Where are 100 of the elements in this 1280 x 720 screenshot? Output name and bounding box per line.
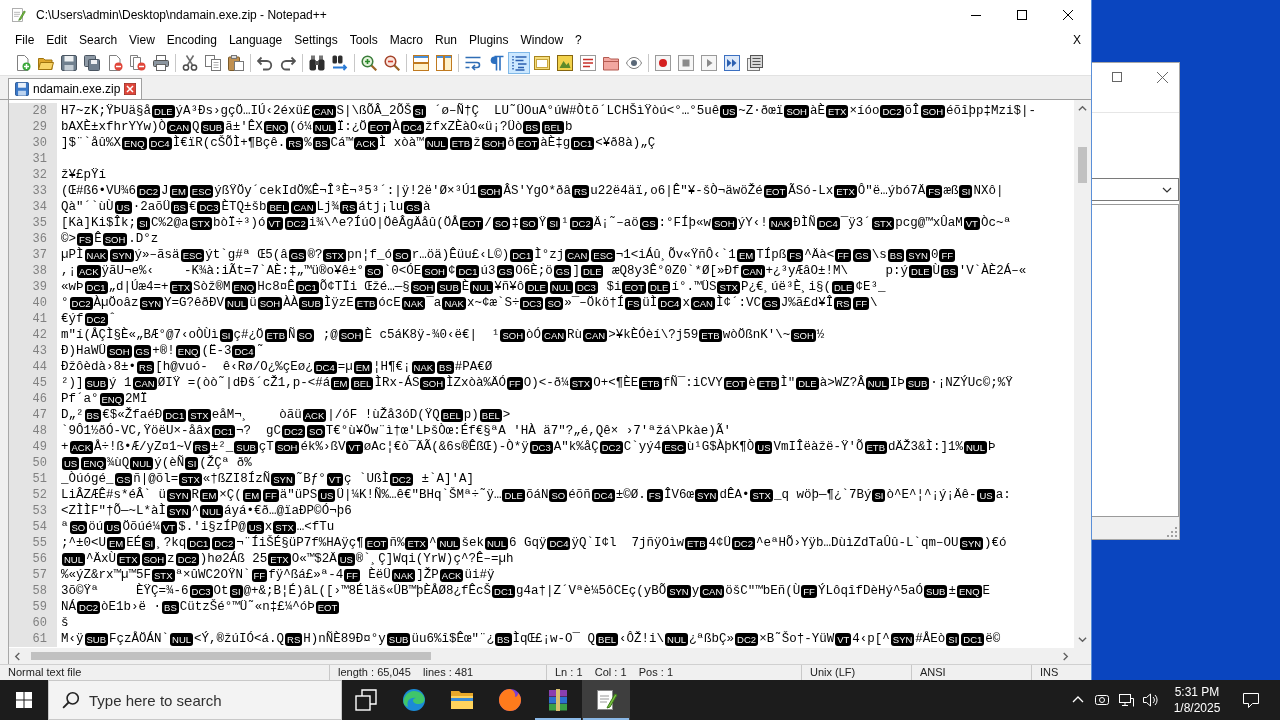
file-tab[interactable]: ndamain.exe.zip [8, 78, 143, 99]
code-text: ý 1 [109, 375, 132, 391]
record-icon [655, 54, 671, 71]
code-text: ÀÀ [283, 295, 299, 311]
code-text: C%2@a [151, 215, 189, 231]
control-char-badge: SUB [386, 632, 411, 646]
code-text: õÎ [904, 103, 920, 119]
resize-grip-icon[interactable] [1167, 527, 1177, 537]
menu-item[interactable]: Edit [40, 30, 74, 50]
dropdown-field[interactable] [1092, 178, 1179, 201]
scrollbar-thumb[interactable] [1078, 147, 1087, 183]
control-char-badge: STX [188, 408, 211, 422]
line-number: 28 [9, 103, 57, 119]
chevron-left-icon[interactable] [13, 652, 22, 661]
list-icon [580, 54, 596, 71]
code-text: 'V`ÀÈ2Á–« [958, 263, 1027, 279]
menu-item[interactable]: Window [514, 30, 570, 50]
control-char-badge: US [755, 440, 773, 454]
close-icon[interactable] [1157, 71, 1168, 83]
code-text: ØIŸ =(òò˜|dÐš´cŽ1,p-<#á [157, 375, 331, 391]
indent-guide-button[interactable] [508, 51, 530, 74]
control-char-badge: FS [787, 248, 804, 262]
code-text: \ [870, 295, 878, 311]
code-text: öšC"™bEñ(Ù [725, 583, 801, 599]
code-text: Ð)HaWÜ [61, 343, 106, 359]
code-text: :°FÍþ«w [658, 215, 712, 231]
control-char-badge: RS [192, 440, 210, 454]
menu-item[interactable]: Settings [288, 30, 344, 50]
control-char-badge: DC3 [197, 200, 221, 214]
search-icon [62, 691, 80, 709]
menu-item[interactable]: File [9, 30, 41, 50]
control-char-badge: US [318, 488, 336, 502]
menu-item[interactable]: Macro [383, 30, 429, 50]
control-char-badge: NUL [484, 536, 508, 550]
code-text: M‹ÿ [61, 631, 84, 647]
control-char-badge: SUB [437, 280, 461, 294]
control-char-badge: RS [285, 632, 303, 646]
control-char-badge: EM [200, 488, 219, 502]
search-field[interactable]: Type here to search [48, 680, 342, 720]
code-text: Ñ [288, 327, 296, 343]
code-text: LiÂZÆÊ#s*éÂ` ü [61, 487, 167, 503]
control-char-badge: EM [736, 248, 756, 262]
control-char-badge: ENQ [957, 584, 982, 598]
menu-item[interactable]: Search [73, 30, 124, 50]
control-char-badge: SOH [410, 280, 436, 294]
code-text: ]ŽP [416, 567, 439, 583]
code-text: áyá•€ð…@ïaÐP©Ó¬þ6 [224, 503, 352, 519]
close-icon[interactable] [124, 83, 137, 95]
close-icon [1063, 10, 1073, 20]
code-text: / [484, 215, 492, 231]
code-text: çT [258, 439, 274, 455]
clock[interactable]: 5:31 PM 1/8/2025 [1162, 680, 1232, 720]
control-char-badge: EOT [459, 216, 484, 230]
menu-item[interactable]: Language [222, 30, 289, 50]
control-char-badge: NAK [768, 216, 793, 230]
control-char-badge: SOH [500, 328, 525, 342]
control-char-badge: DC2 [282, 424, 306, 438]
control-char-badge: BEL [542, 120, 565, 134]
code-text: ú3 [480, 263, 496, 279]
chevron-down-icon[interactable] [1078, 635, 1087, 644]
menu-item[interactable]: Run [429, 30, 464, 50]
code-text: ž¥£pŸí [61, 167, 106, 183]
control-char-badge: NUL [437, 536, 461, 550]
code-text: ^ [428, 535, 437, 551]
control-char-badge: DLE [647, 280, 671, 294]
control-char-badge: GS [852, 248, 871, 262]
code-text: Ä¡˜–aö [593, 215, 639, 231]
chevron-right-icon[interactable] [1061, 652, 1070, 661]
control-char-badge: SI [142, 536, 156, 550]
line-number: 42 [9, 327, 57, 343]
copy-icon [205, 54, 221, 71]
maximize-icon[interactable] [1112, 72, 1122, 82]
control-char-badge: BEL [440, 408, 463, 422]
control-char-badge: EOT [622, 280, 646, 294]
line-number: 31 [9, 151, 57, 167]
code-text: ý»–ãsä [134, 247, 180, 263]
code-text: Ì" [780, 375, 796, 391]
notepad-button[interactable] [582, 680, 630, 720]
replace-icon [332, 54, 348, 71]
control-char-badge: STX [871, 216, 895, 230]
chevron-up-icon[interactable] [1078, 104, 1087, 113]
menu-item[interactable]: View [123, 30, 161, 50]
control-char-badge: NAK [411, 360, 436, 374]
control-char-badge: DC4 [148, 136, 172, 150]
control-char-badge: ETX [268, 552, 291, 566]
code-text: Ì€ïR(cŠÕÌ+¶Bçê. [172, 135, 286, 151]
magnifier-plus-icon [361, 54, 377, 71]
control-char-badge: NUL [549, 280, 573, 294]
control-char-badge: NUL [964, 440, 987, 454]
close-document-button[interactable]: X [1067, 30, 1087, 50]
control-char-badge: GS [496, 264, 515, 278]
code-text: O+<¶ÈE [593, 375, 639, 391]
scrollbar-thumb[interactable] [31, 652, 431, 660]
menu-item[interactable]: Plugins [463, 30, 515, 50]
line-number: 44 [9, 359, 57, 375]
task-view-icon [354, 688, 378, 712]
code-text: À [392, 119, 400, 135]
menu-item[interactable]: ? [569, 30, 588, 50]
menu-item[interactable]: Tools [343, 30, 384, 50]
menu-item[interactable]: Encoding [160, 30, 223, 50]
